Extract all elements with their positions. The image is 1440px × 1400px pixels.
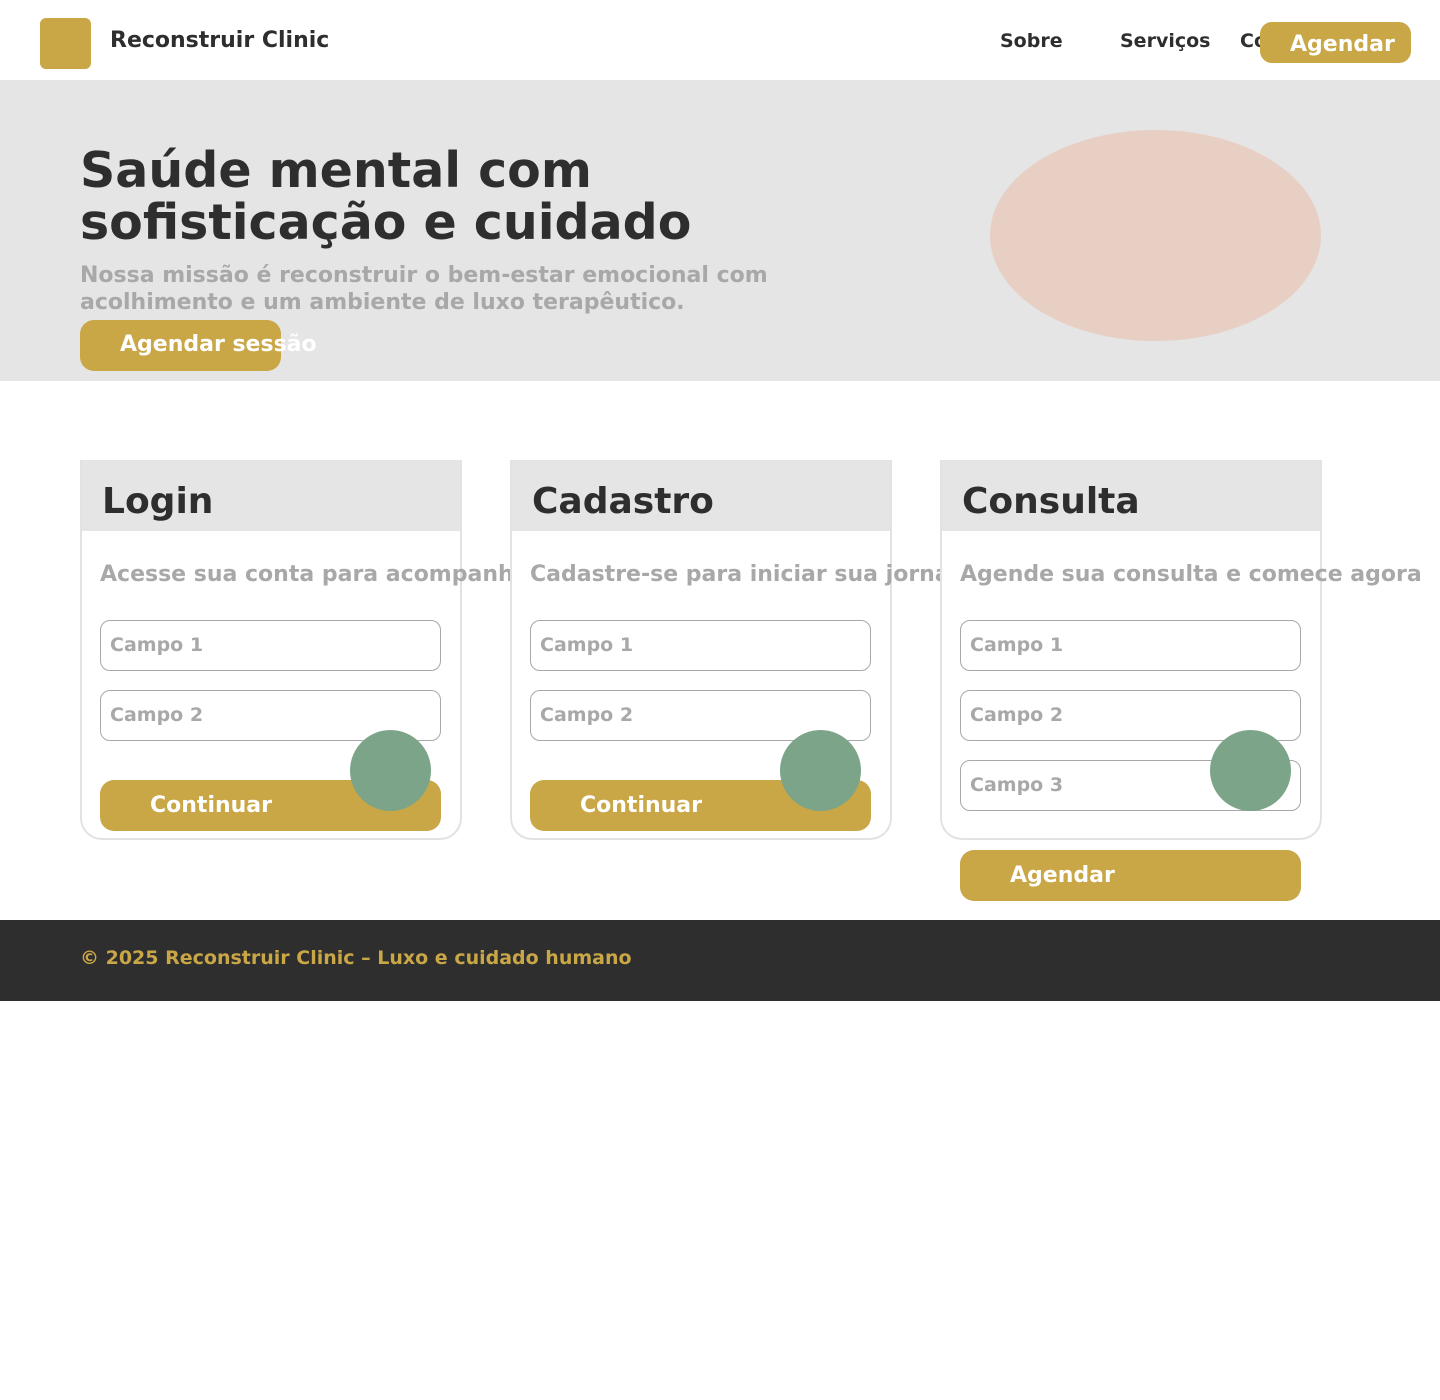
header-agendar-button[interactable]: Agendar — [1260, 22, 1411, 63]
cadastro-decorative-dot — [780, 730, 861, 811]
hero-title: Saúde mental com sofisticação e cuidado — [80, 142, 692, 251]
login-card-title: Login — [102, 481, 214, 522]
brand-name[interactable]: Reconstruir Clinic — [110, 28, 329, 54]
login-card-description: Acesse sua conta para acompanhar suas se… — [100, 562, 510, 587]
login-decorative-dot — [350, 730, 431, 811]
consulta-card-title: Consulta — [962, 481, 1140, 522]
consulta-field-1[interactable]: Campo 1 — [960, 620, 1301, 671]
logo-icon[interactable] — [40, 18, 91, 69]
agendar-sessao-button[interactable]: Agendar sessão — [80, 320, 317, 371]
agendar-sessao-label: Agendar sessão — [120, 332, 317, 357]
footer-copyright: © 2025 Reconstruir Clinic – Luxo e cuida… — [80, 947, 632, 969]
consulta-field-2-placeholder: Campo 2 — [970, 704, 1064, 726]
consulta-card-description: Agende sua consulta e comece agora — [960, 562, 1422, 587]
cadastro-field-2-placeholder: Campo 2 — [540, 704, 634, 726]
hero-subtitle: Nossa missão é reconstruir o bem-estar e… — [80, 263, 768, 315]
login-field-1-placeholder: Campo 1 — [110, 634, 204, 656]
consulta-agendar-label: Agendar — [1010, 863, 1115, 888]
consulta-decorative-dot — [1210, 730, 1291, 811]
hero-decorative-blob — [990, 130, 1321, 341]
login-continuar-label: Continuar — [150, 793, 272, 818]
header-agendar-label: Agendar — [1290, 32, 1395, 57]
cadastro-card-description: Cadastre-se para iniciar sua jornada — [530, 562, 940, 587]
cadastro-card-title: Cadastro — [532, 481, 714, 522]
login-field-2-placeholder: Campo 2 — [110, 704, 204, 726]
consulta-field-1-placeholder: Campo 1 — [970, 634, 1064, 656]
nav-item-sobre[interactable]: Sobre — [1000, 30, 1063, 52]
cadastro-field-1[interactable]: Campo 1 — [530, 620, 871, 671]
nav-item-servicos[interactable]: Serviços — [1120, 30, 1210, 52]
login-field-1[interactable]: Campo 1 — [100, 620, 441, 671]
cadastro-continuar-label: Continuar — [580, 793, 702, 818]
consulta-agendar-button[interactable]: Agendar — [960, 850, 1301, 901]
cadastro-field-1-placeholder: Campo 1 — [540, 634, 634, 656]
consulta-field-3-placeholder: Campo 3 — [970, 774, 1064, 796]
